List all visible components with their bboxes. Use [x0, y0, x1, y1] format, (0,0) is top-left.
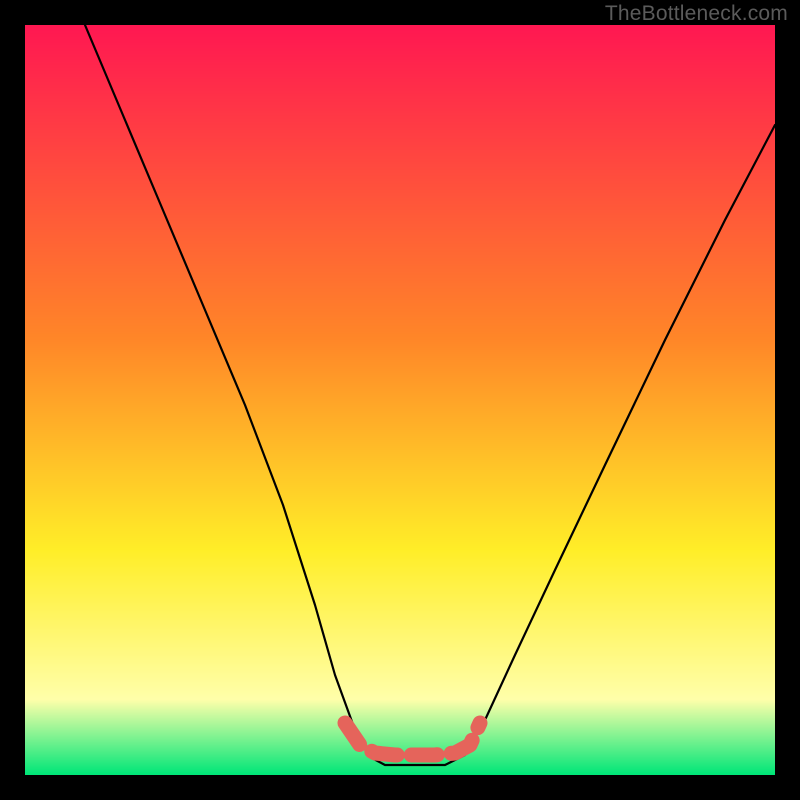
attribution-text: TheBottleneck.com	[605, 2, 788, 26]
bottleneck-curve	[85, 25, 775, 765]
plot-area	[25, 25, 775, 775]
chart-frame: TheBottleneck.com	[0, 0, 800, 800]
flat-region-marker	[345, 723, 480, 755]
curve-layer	[25, 25, 775, 775]
